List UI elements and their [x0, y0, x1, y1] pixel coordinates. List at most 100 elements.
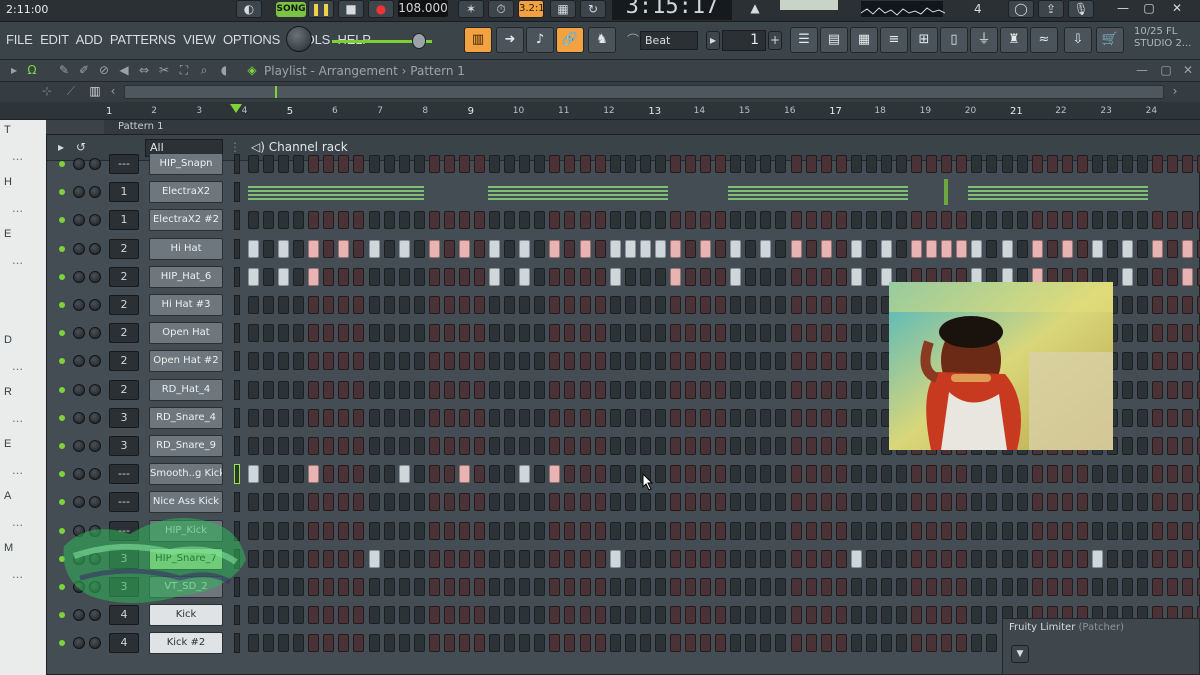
channel-volume-knob[interactable] [89, 270, 101, 283]
step-button[interactable] [458, 578, 470, 596]
step-button[interactable] [338, 493, 350, 512]
channel-mixer-track[interactable]: 1 [109, 210, 139, 231]
step-button[interactable] [474, 296, 486, 314]
step-button[interactable] [413, 352, 425, 371]
step-button[interactable] [534, 239, 546, 258]
step-button[interactable] [865, 211, 877, 230]
browser-icon[interactable]: ⊞ [910, 27, 938, 53]
step-button[interactable] [504, 465, 516, 484]
step-button[interactable] [790, 352, 802, 371]
step-button[interactable] [669, 408, 681, 427]
step-button[interactable] [820, 155, 832, 173]
step-button[interactable] [624, 324, 636, 343]
master-pitch-handle[interactable] [412, 33, 426, 49]
step-button[interactable] [323, 521, 335, 540]
metronome-knob-icon[interactable]: ◐ [236, 0, 262, 18]
step-button[interactable] [338, 267, 350, 286]
channel-pan-knob[interactable] [73, 186, 85, 199]
step-button[interactable] [654, 521, 666, 540]
step-button[interactable] [368, 267, 380, 286]
channel-pan-knob[interactable] [73, 270, 85, 283]
step-button[interactable] [368, 296, 380, 314]
step-button[interactable] [624, 267, 636, 286]
step-button[interactable] [443, 437, 455, 455]
step-button[interactable] [579, 634, 591, 653]
step-button[interactable] [911, 521, 923, 540]
step-button[interactable] [594, 578, 606, 596]
step-button[interactable] [338, 437, 350, 455]
step-button[interactable] [880, 211, 892, 230]
step-button[interactable] [1122, 267, 1134, 286]
step-button[interactable] [775, 578, 787, 596]
step-button[interactable] [986, 493, 998, 512]
step-button[interactable] [639, 267, 651, 286]
step-button[interactable] [911, 155, 923, 173]
step-button[interactable] [790, 211, 802, 230]
loop-record-icon[interactable]: ↻ [580, 0, 606, 18]
step-button[interactable] [700, 267, 712, 286]
step-button[interactable] [504, 324, 516, 343]
step-button[interactable] [669, 211, 681, 230]
step-button[interactable] [654, 606, 666, 625]
step-button[interactable] [1046, 465, 1058, 484]
step-button[interactable] [609, 296, 621, 314]
step-button[interactable] [428, 437, 440, 455]
step-button[interactable] [639, 437, 651, 455]
step-button[interactable] [1122, 578, 1134, 596]
step-button[interactable] [594, 465, 606, 484]
step-button[interactable] [428, 549, 440, 568]
step-button[interactable] [1137, 408, 1149, 427]
step-button[interactable] [835, 578, 847, 596]
step-button[interactable] [293, 606, 305, 625]
step-button[interactable] [971, 155, 983, 173]
step-button[interactable] [368, 521, 380, 540]
step-button[interactable] [790, 155, 802, 173]
step-button[interactable] [519, 606, 531, 625]
step-button[interactable] [609, 634, 621, 653]
channel-name-button[interactable]: RD_Snare_9 [149, 435, 223, 457]
channel-rack-icon[interactable]: ▦ [850, 27, 878, 53]
step-button[interactable] [896, 155, 907, 173]
step-button[interactable] [745, 465, 757, 484]
step-button[interactable] [624, 634, 636, 653]
step-button[interactable] [278, 465, 290, 484]
step-button[interactable] [1167, 437, 1179, 455]
step-button[interactable] [1167, 296, 1179, 314]
step-button[interactable] [760, 211, 772, 230]
step-button[interactable] [745, 211, 757, 230]
step-button[interactable] [248, 239, 259, 258]
step-button[interactable] [428, 606, 440, 625]
step-button[interactable] [1076, 493, 1088, 512]
step-button[interactable] [504, 437, 516, 455]
step-button[interactable] [413, 155, 425, 173]
channel-name-button[interactable]: ElectraX2 #2 [149, 209, 223, 232]
step-button[interactable] [685, 211, 697, 230]
step-button[interactable] [850, 634, 862, 653]
step-button[interactable] [248, 465, 259, 484]
step-button[interactable] [745, 578, 757, 596]
step-button[interactable] [323, 352, 335, 371]
step-button[interactable] [458, 437, 470, 455]
step-button[interactable] [669, 578, 681, 596]
step-button[interactable] [835, 634, 847, 653]
channel-name-button[interactable]: HIP_Snapn [149, 153, 223, 175]
step-button[interactable] [443, 296, 455, 314]
step-button[interactable] [383, 324, 395, 343]
step-button[interactable] [519, 296, 531, 314]
step-button[interactable] [1182, 296, 1194, 314]
step-button[interactable] [413, 380, 425, 399]
select-tool-icon[interactable]: ⛶ [176, 62, 192, 80]
step-button[interactable] [775, 239, 787, 258]
step-button[interactable] [926, 521, 938, 540]
step-button[interactable] [293, 437, 305, 455]
step-button[interactable] [1122, 211, 1134, 230]
step-button[interactable] [669, 352, 681, 371]
online-icon[interactable]: ◯ [1008, 0, 1034, 18]
step-button[interactable] [398, 352, 410, 371]
step-button[interactable] [654, 437, 666, 455]
step-button[interactable] [398, 437, 410, 455]
step-button[interactable] [474, 324, 486, 343]
step-button[interactable] [458, 549, 470, 568]
step-button[interactable] [428, 578, 440, 596]
step-button[interactable] [639, 493, 651, 512]
